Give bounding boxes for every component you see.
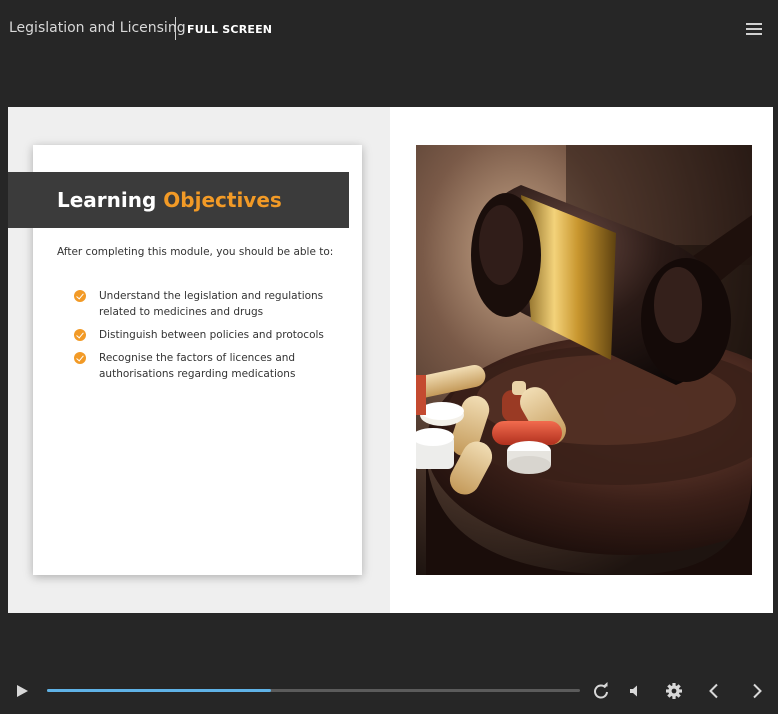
previous-icon[interactable] xyxy=(705,682,723,700)
title-divider xyxy=(175,17,176,40)
objective-text: Distinguish between policies and protoco… xyxy=(99,329,324,341)
top-bar: Legislation and Licensing FULL SCREEN xyxy=(0,0,778,58)
slide-heading: Learning Objectives xyxy=(57,188,282,212)
replay-icon[interactable] xyxy=(592,682,610,700)
heading-accent: Objectives xyxy=(163,188,282,212)
objective-item: Understand the legislation and regulatio… xyxy=(73,288,333,320)
objective-item: Recognise the factors of licences and au… xyxy=(73,350,333,382)
progress-bar[interactable] xyxy=(47,689,580,692)
check-circle-icon xyxy=(74,290,86,302)
course-title: Legislation and Licensing xyxy=(9,20,186,36)
slide: Learning Objectives After completing thi… xyxy=(8,107,773,613)
progress-bar-fill xyxy=(47,689,271,692)
play-icon[interactable] xyxy=(17,685,28,697)
check-circle-icon xyxy=(74,329,86,341)
hamburger-menu-icon[interactable] xyxy=(746,23,763,36)
intro-text: After completing this module, you should… xyxy=(57,246,334,258)
heading-main: Learning xyxy=(57,188,157,212)
objective-item: Distinguish between policies and protoco… xyxy=(73,327,333,343)
objective-text: Understand the legislation and regulatio… xyxy=(99,290,324,318)
full-screen-button[interactable]: FULL SCREEN xyxy=(187,23,272,36)
settings-icon[interactable] xyxy=(665,682,683,700)
objectives-list: Understand the legislation and regulatio… xyxy=(73,288,333,389)
volume-icon[interactable] xyxy=(627,682,645,700)
objective-text: Recognise the factors of licences and au… xyxy=(99,352,296,380)
check-circle-icon xyxy=(74,352,86,364)
gavel-and-pills-photo xyxy=(416,145,752,575)
next-icon[interactable] xyxy=(748,682,766,700)
player-controls xyxy=(0,672,778,714)
